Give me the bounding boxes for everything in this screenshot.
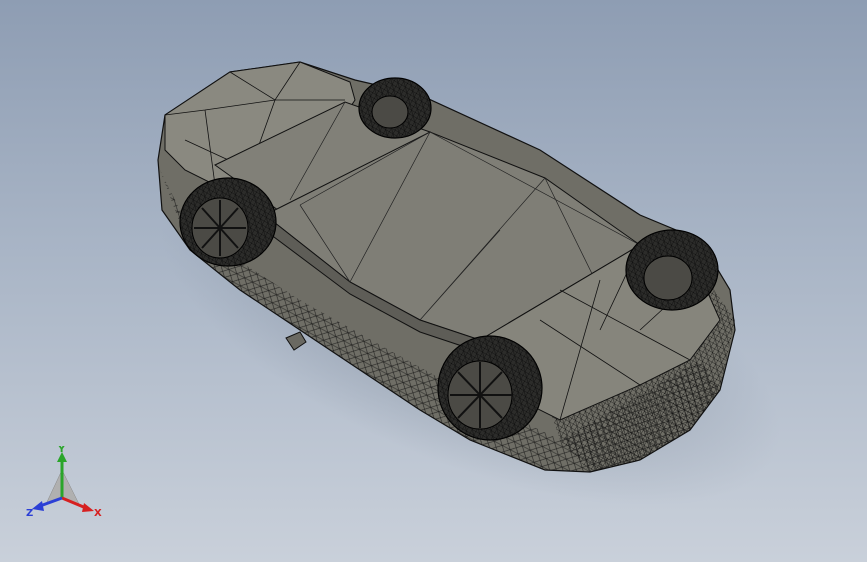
z-axis-label: Z	[26, 508, 33, 519]
graphics-viewport[interactable]: Y X Z	[0, 0, 867, 562]
z-axis-arrowhead-icon	[32, 501, 44, 511]
car-model[interactable]	[0, 0, 867, 562]
x-axis-arrowhead-icon	[82, 503, 94, 512]
y-axis-label: Y	[57, 446, 66, 455]
wheel-front-left	[437, 335, 543, 441]
coordinate-triad: Y X Z	[26, 446, 102, 519]
wheel-front-right	[625, 229, 719, 311]
wheel-rear-right	[358, 77, 432, 139]
wheel-rear-left	[179, 177, 277, 267]
x-axis-label: X	[94, 508, 102, 519]
